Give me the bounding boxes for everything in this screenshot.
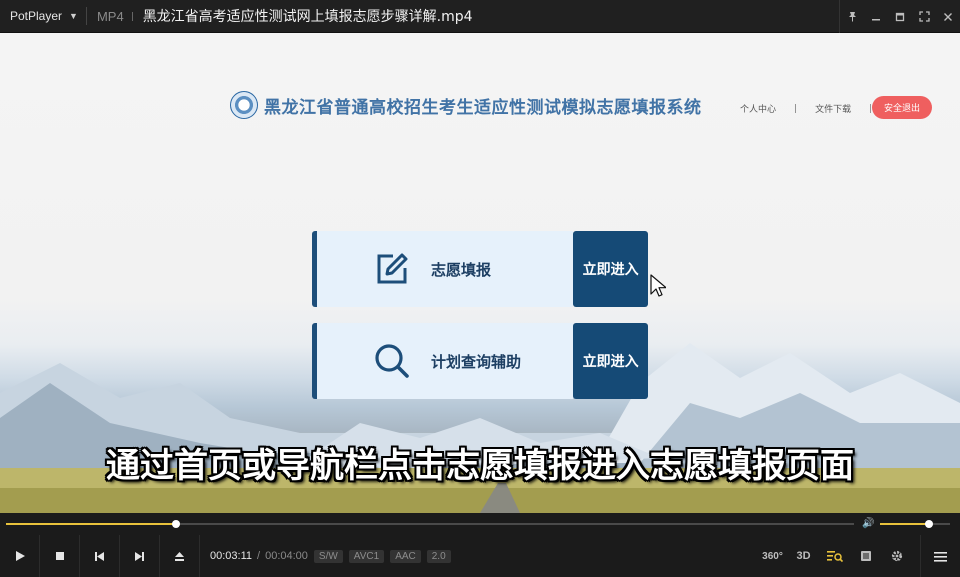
close-button[interactable] — [936, 0, 960, 33]
maximize-button[interactable] — [888, 0, 912, 33]
speaker-icon[interactable]: 🔊 — [862, 518, 874, 529]
time-display: 00:03:11 / 00:04:00 S/W AVC1 AAC 2.0 — [210, 549, 451, 563]
system-title: 黑龙江省普通高校招生考生适应性测试模拟志愿填报系统 — [264, 97, 702, 118]
seek-bar[interactable] — [6, 520, 854, 528]
video-codec-badge[interactable]: AVC1 — [348, 549, 385, 563]
hamburger-icon — [934, 551, 947, 562]
close-icon — [944, 12, 952, 21]
title-bar: PotPlayer ▼ MP4 黑龙江省高考适应性测试网上填报志愿步骤详解.mp… — [0, 0, 960, 33]
decoder-badge[interactable]: S/W — [313, 549, 343, 563]
audio-codec-badge[interactable]: AAC — [390, 549, 421, 563]
3d-button[interactable]: 3D — [788, 535, 819, 577]
mouse-cursor-icon — [650, 274, 666, 297]
playlist-search-button[interactable] — [819, 535, 850, 577]
volume-level — [880, 523, 929, 525]
play-icon — [15, 551, 25, 561]
app-name: PotPlayer — [10, 9, 63, 23]
card-plan-query[interactable]: 计划查询辅助 立即进入 — [312, 323, 648, 399]
volume-slider[interactable] — [880, 520, 950, 528]
3d-icon: 3D — [796, 550, 811, 562]
control-bar: 00:03:11 / 00:04:00 S/W AVC1 AAC 2.0 360… — [0, 535, 960, 577]
video-frame[interactable]: 黑龙江省普通高校招生考生适应性测试模拟志愿填报系统 个人中心 | 文件下载 | … — [0, 33, 960, 513]
minimize-icon — [872, 18, 880, 20]
time-separator: / — [257, 550, 261, 562]
skip-next-icon — [135, 551, 144, 561]
link-file-download[interactable]: 文件下载 — [815, 102, 851, 115]
potplayer-window: PotPlayer ▼ MP4 黑龙江省高考适应性测试网上填报志愿步骤详解.mp… — [0, 0, 960, 577]
divider — [131, 11, 133, 21]
logout-button[interactable]: 安全退出 — [872, 96, 932, 119]
playlist-search-icon — [826, 550, 843, 562]
total-time: 00:04:00 — [265, 550, 308, 562]
search-icon — [367, 343, 417, 379]
seek-handle[interactable] — [171, 520, 180, 528]
seek-progress — [6, 523, 176, 525]
video-subtitle: 通过首页或导航栏点击志愿填报进入志愿填报页面 — [106, 446, 854, 486]
card-label: 计划查询辅助 — [431, 352, 522, 371]
vr-360-icon: 360° — [762, 550, 783, 562]
chevron-down-icon: ▼ — [69, 11, 78, 21]
pin-icon — [848, 12, 856, 22]
link-separator: | — [794, 103, 798, 114]
eject-button[interactable] — [160, 535, 200, 577]
skip-previous-icon — [95, 551, 104, 561]
next-button[interactable] — [120, 535, 160, 577]
format-label: MP4 — [96, 8, 124, 24]
app-menu-button[interactable]: PotPlayer ▼ — [0, 0, 86, 33]
maximize-icon — [895, 12, 905, 21]
main-menu-button[interactable] — [920, 535, 960, 577]
fullscreen-button[interactable] — [912, 0, 936, 33]
stop-button[interactable] — [40, 535, 80, 577]
current-time: 00:03:11 — [210, 550, 253, 562]
vr-360-button[interactable]: 360° — [757, 535, 788, 577]
edit-icon — [367, 252, 417, 286]
card-body[interactable]: 计划查询辅助 — [312, 323, 574, 399]
right-controls: 360° 3D — [757, 535, 960, 577]
window-controls — [839, 0, 960, 33]
card-body[interactable]: 志愿填报 — [312, 231, 574, 307]
emblem-logo — [230, 91, 258, 119]
minimize-button[interactable] — [864, 0, 888, 33]
card-volunteer-fill[interactable]: 志愿填报 立即进入 — [312, 231, 648, 307]
enter-now-button[interactable]: 立即进入 — [573, 231, 648, 307]
fullscreen-icon — [918, 11, 930, 22]
pin-button[interactable] — [840, 0, 864, 33]
gear-icon — [891, 550, 902, 562]
previous-button[interactable] — [80, 535, 120, 577]
system-header: 黑龙江省普通高校招生考生适应性测试模拟志愿填报系统 — [230, 91, 702, 119]
link-personal-center[interactable]: 个人中心 — [740, 102, 776, 115]
card-label: 志愿填报 — [431, 260, 492, 279]
playlist-icon — [860, 551, 871, 561]
volume-handle[interactable] — [925, 520, 933, 528]
audio-channels-badge[interactable]: 2.0 — [426, 549, 451, 563]
enter-now-button[interactable]: 立即进入 — [573, 323, 648, 399]
seek-row: 🔊 — [0, 513, 960, 535]
window-title: 黑龙江省高考适应性测试网上填报志愿步骤详解.mp4 — [142, 9, 473, 25]
playlist-button[interactable] — [850, 535, 881, 577]
settings-button[interactable] — [881, 535, 912, 577]
top-links: 个人中心 | 文件下载 | — [740, 102, 890, 116]
eject-icon — [175, 551, 184, 561]
play-button[interactable] — [0, 535, 40, 577]
stop-icon — [55, 552, 64, 560]
